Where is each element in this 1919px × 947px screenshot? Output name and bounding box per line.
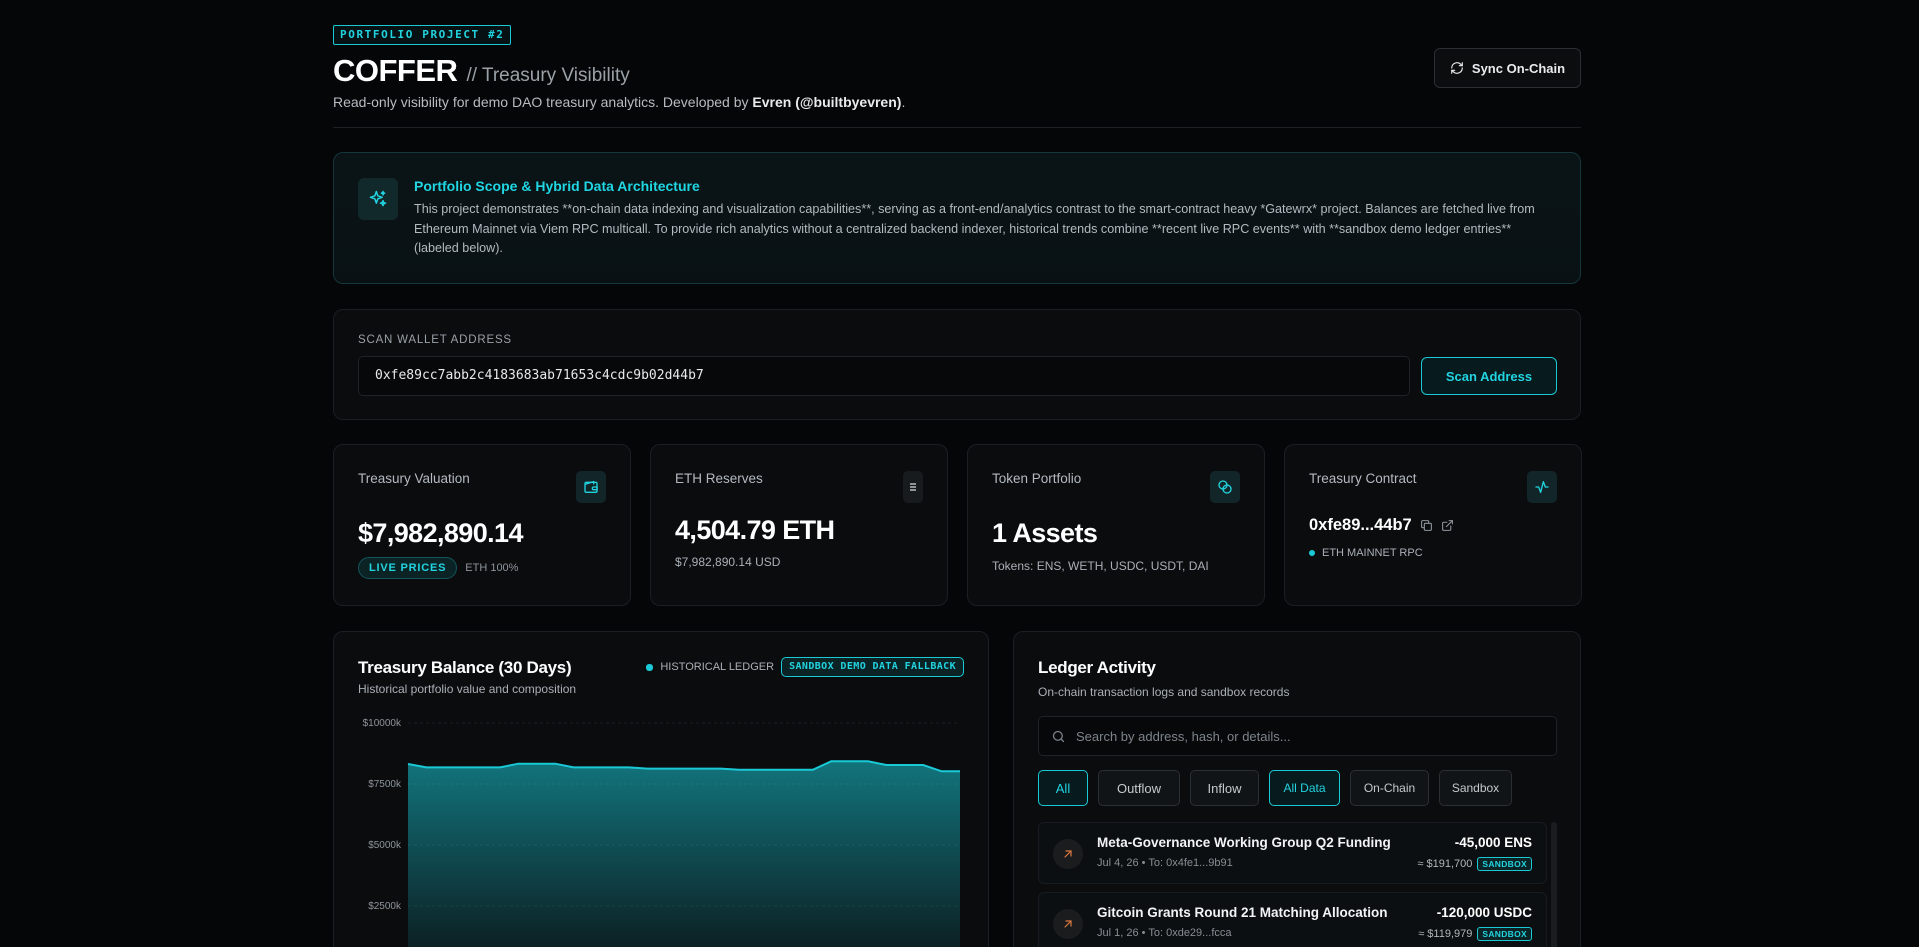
- allocation-note: ETH 100%: [465, 562, 519, 574]
- description-end: .: [901, 94, 906, 110]
- ledger-title: Ledger Activity: [1038, 658, 1156, 677]
- sparkles-icon: [358, 178, 398, 220]
- transaction-usd: ≈ $191,700 SANDBOX: [1417, 857, 1532, 871]
- ledger-subtitle: On-chain transaction logs and sandbox re…: [1038, 685, 1290, 699]
- card-value: 4,504.79 ETH: [675, 515, 835, 545]
- ledger-transaction-row[interactable]: Gitcoin Grants Round 21 Matching Allocat…: [1038, 892, 1547, 947]
- sandbox-badge: SANDBOX: [1477, 927, 1532, 941]
- description-text: Read-only visibility for demo DAO treasu…: [333, 94, 753, 110]
- live-prices-badge: LIVE PRICES: [358, 557, 458, 579]
- wallet-icon: [576, 471, 606, 503]
- eth-reserves-card: ETH Reserves 4,504.79 ETH $7,982,890.14 …: [650, 444, 948, 606]
- scope-title: Portfolio Scope & Hybrid Data Architectu…: [414, 178, 700, 194]
- card-value: 1 Assets: [992, 518, 1098, 548]
- activity-icon: [1527, 471, 1557, 503]
- treasury-valuation-card: Treasury Valuation $7,982,890.14 LIVE PR…: [333, 444, 631, 606]
- author-name: Evren (@builtbyevren): [752, 94, 902, 110]
- wallet-address-input[interactable]: 0xfe89cc7abb2c4183683ab71653c4cdc9b02d44…: [358, 356, 1410, 396]
- project-tag: PORTFOLIO PROJECT #2: [333, 25, 512, 45]
- treasury-balance-chart: Treasury Balance (30 Days) Historical po…: [333, 631, 989, 947]
- network-status: ETH MAINNET RPC: [1309, 547, 1423, 559]
- brand-subtitle: // Treasury Visibility: [466, 65, 630, 86]
- balance-area: [408, 761, 960, 947]
- search-icon: [1052, 730, 1065, 742]
- transaction-meta: Jul 1, 26 • To: 0xde29...fcca: [1097, 927, 1232, 939]
- dashboard: PORTFOLIO PROJECT #2 COFFER // Treasury …: [333, 0, 1582, 947]
- outflow-arrow-icon: [1053, 909, 1083, 939]
- y-tick-label: $10000k: [363, 718, 402, 729]
- y-tick-label: $7500k: [368, 779, 402, 790]
- card-note: Tokens: ENS, WETH, USDC, USDT, DAI: [992, 559, 1209, 573]
- transaction-name: Meta-Governance Working Group Q2 Funding: [1097, 835, 1391, 850]
- card-title: Treasury Valuation: [358, 471, 470, 486]
- scope-body: This project demonstrates **on-chain dat…: [414, 202, 1535, 255]
- search-placeholder: Search by address, hash, or details...: [1076, 728, 1291, 744]
- ledger-scrollbar[interactable]: [1551, 822, 1557, 947]
- refresh-icon: [1451, 62, 1463, 74]
- filter-all[interactable]: All: [1038, 770, 1088, 806]
- filter-outflow[interactable]: Outflow: [1098, 770, 1180, 806]
- usd-value: ≈ $191,700: [1417, 858, 1473, 870]
- coins-icon: [1210, 471, 1240, 503]
- transaction-meta: Jul 4, 26 • To: 0x4fe1...9b91: [1097, 857, 1233, 869]
- usd-value: ≈ $119,979: [1418, 928, 1473, 940]
- brand-name: COFFER: [333, 53, 458, 88]
- filter-sandbox[interactable]: Sandbox: [1439, 770, 1512, 806]
- sync-label: Sync On-Chain: [1471, 60, 1566, 76]
- network-dot: [1309, 550, 1315, 556]
- ledger-transaction-row[interactable]: Meta-Governance Working Group Q2 Funding…: [1038, 822, 1547, 884]
- treasury-contract-card: Treasury Contract 0xfe89...44b7 ETH MAIN…: [1284, 444, 1582, 606]
- outflow-arrow-icon: [1053, 839, 1083, 869]
- y-tick-label: $5000k: [368, 840, 402, 851]
- ledger-search-input[interactable]: Search by address, hash, or details...: [1038, 716, 1557, 756]
- scan-address-button[interactable]: Scan Address: [1421, 357, 1557, 395]
- filter-inflow[interactable]: Inflow: [1190, 770, 1259, 806]
- contract-address-row: 0xfe89...44b7: [1309, 516, 1454, 535]
- page-title: COFFER // Treasury Visibility: [333, 53, 630, 89]
- scan-panel: SCAN WALLET ADDRESS 0xfe89cc7abb2c418368…: [333, 309, 1581, 420]
- network-label: ETH MAINNET RPC: [1322, 547, 1423, 559]
- card-title: Token Portfolio: [992, 471, 1082, 486]
- transaction-usd: ≈ $119,979 SANDBOX: [1418, 927, 1532, 941]
- external-link-icon[interactable]: [1441, 519, 1454, 532]
- transaction-name: Gitcoin Grants Round 21 Matching Allocat…: [1097, 905, 1388, 920]
- scan-label: SCAN WALLET ADDRESS: [358, 334, 512, 346]
- card-value: $7,982,890.14: [358, 518, 523, 548]
- contract-address: 0xfe89...44b7: [1309, 516, 1412, 534]
- card-footer: LIVE PRICES ETH 100%: [358, 557, 518, 579]
- ethereum-icon: [903, 471, 923, 503]
- header-divider: [333, 127, 1581, 128]
- card-title: ETH Reserves: [675, 471, 763, 486]
- token-portfolio-card: Token Portfolio 1 Assets Tokens: ENS, WE…: [967, 444, 1265, 606]
- chart-canvas: $10000k $7500k $5000k $2500k: [363, 718, 960, 947]
- sandbox-badge: SANDBOX: [1477, 857, 1532, 871]
- transaction-amount: -120,000 USDC: [1436, 905, 1532, 920]
- sync-onchain-button[interactable]: Sync On-Chain: [1434, 48, 1581, 88]
- scope-panel: Portfolio Scope & Hybrid Data Architectu…: [333, 152, 1581, 284]
- filter-all-data[interactable]: All Data: [1269, 770, 1340, 806]
- filter-on-chain[interactable]: On-Chain: [1350, 770, 1429, 806]
- page-description: Read-only visibility for demo DAO treasu…: [333, 94, 905, 110]
- ledger-activity-panel: Ledger Activity On-chain transaction log…: [1013, 631, 1581, 947]
- card-title: Treasury Contract: [1309, 471, 1417, 486]
- copy-icon[interactable]: [1420, 519, 1433, 532]
- transaction-amount: -45,000 ENS: [1454, 835, 1532, 850]
- y-tick-label: $2500k: [368, 901, 402, 912]
- card-note: $7,982,890.14 USD: [675, 555, 781, 569]
